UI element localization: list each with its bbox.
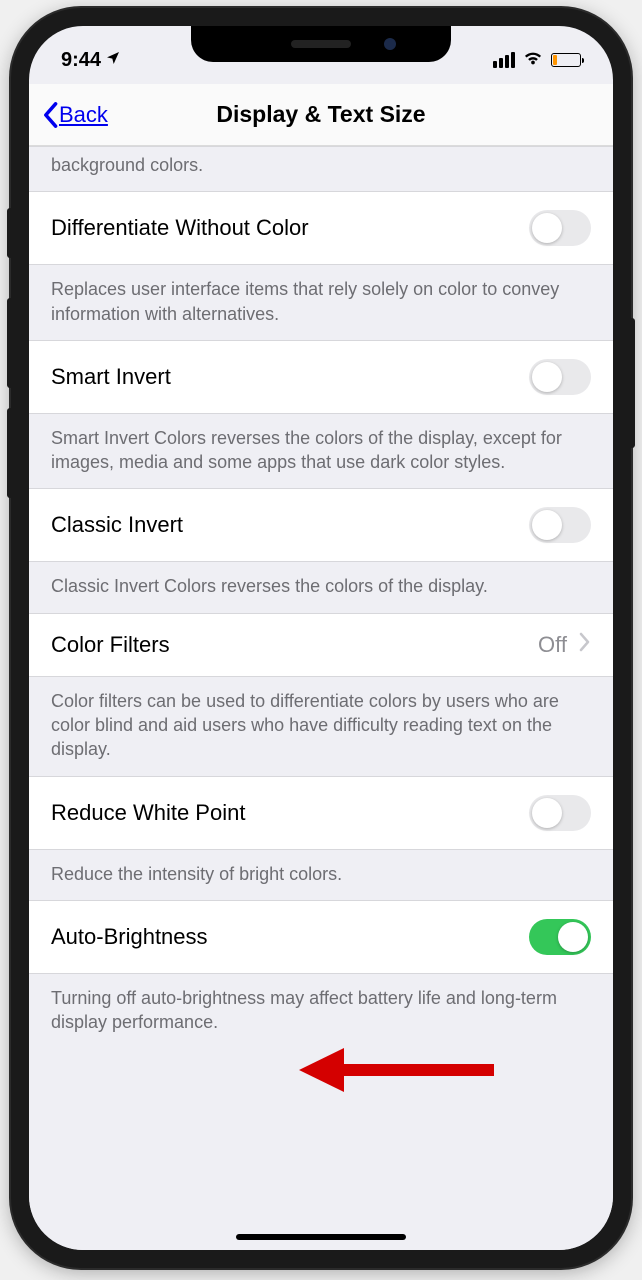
row-label: Reduce White Point <box>51 800 245 826</box>
row-label: Differentiate Without Color <box>51 215 309 241</box>
status-left: 9:44 <box>61 49 121 72</box>
page-title: Display & Text Size <box>29 101 613 128</box>
side-button <box>629 318 635 448</box>
row-classic-invert[interactable]: Classic Invert <box>29 488 613 562</box>
footer-reduce-white-point: Reduce the intensity of bright colors. <box>29 850 613 900</box>
volume-down-button <box>7 408 13 498</box>
cellular-signal-icon <box>493 52 515 68</box>
phone-frame: 9:44 Back Displ <box>11 8 631 1268</box>
speaker-grille <box>291 40 351 48</box>
location-icon <box>105 49 121 72</box>
chevron-right-icon <box>579 632 591 657</box>
footer-differentiate-without-color: Replaces user interface items that rely … <box>29 265 613 340</box>
battery-icon <box>551 53 581 67</box>
row-auto-brightness[interactable]: Auto-Brightness <box>29 900 613 974</box>
row-right: Off <box>538 632 591 658</box>
status-time: 9:44 <box>61 49 101 72</box>
toggle-reduce-white-point[interactable] <box>529 795 591 831</box>
row-color-filters[interactable]: Color Filters Off <box>29 613 613 677</box>
content-scroll[interactable]: background colors. Differentiate Without… <box>29 146 613 1250</box>
notch <box>191 26 451 62</box>
mute-switch <box>7 208 13 258</box>
screen: 9:44 Back Displ <box>29 26 613 1250</box>
row-reduce-white-point[interactable]: Reduce White Point <box>29 776 613 850</box>
front-camera <box>384 38 396 50</box>
wifi-icon <box>522 46 544 74</box>
footer-smart-invert: Smart Invert Colors reverses the colors … <box>29 414 613 489</box>
row-label: Classic Invert <box>51 512 183 538</box>
truncated-footer-text: background colors. <box>29 146 613 191</box>
row-label: Smart Invert <box>51 364 171 390</box>
back-button[interactable]: Back <box>41 101 108 129</box>
battery-fill <box>553 55 557 65</box>
footer-color-filters: Color filters can be used to differentia… <box>29 677 613 776</box>
volume-up-button <box>7 298 13 388</box>
row-label: Auto-Brightness <box>51 924 208 950</box>
color-filters-value: Off <box>538 632 567 658</box>
row-differentiate-without-color[interactable]: Differentiate Without Color <box>29 191 613 265</box>
chevron-left-icon <box>41 101 59 129</box>
toggle-smart-invert[interactable] <box>529 359 591 395</box>
row-label: Color Filters <box>51 632 170 658</box>
footer-classic-invert: Classic Invert Colors reverses the color… <box>29 562 613 612</box>
toggle-differentiate-without-color[interactable] <box>529 210 591 246</box>
home-indicator[interactable] <box>236 1234 406 1240</box>
footer-auto-brightness: Turning off auto-brightness may affect b… <box>29 974 613 1049</box>
back-label: Back <box>59 102 108 128</box>
toggle-auto-brightness[interactable] <box>529 919 591 955</box>
toggle-classic-invert[interactable] <box>529 507 591 543</box>
nav-header: Back Display & Text Size <box>29 84 613 146</box>
row-smart-invert[interactable]: Smart Invert <box>29 340 613 414</box>
status-right <box>493 46 581 74</box>
